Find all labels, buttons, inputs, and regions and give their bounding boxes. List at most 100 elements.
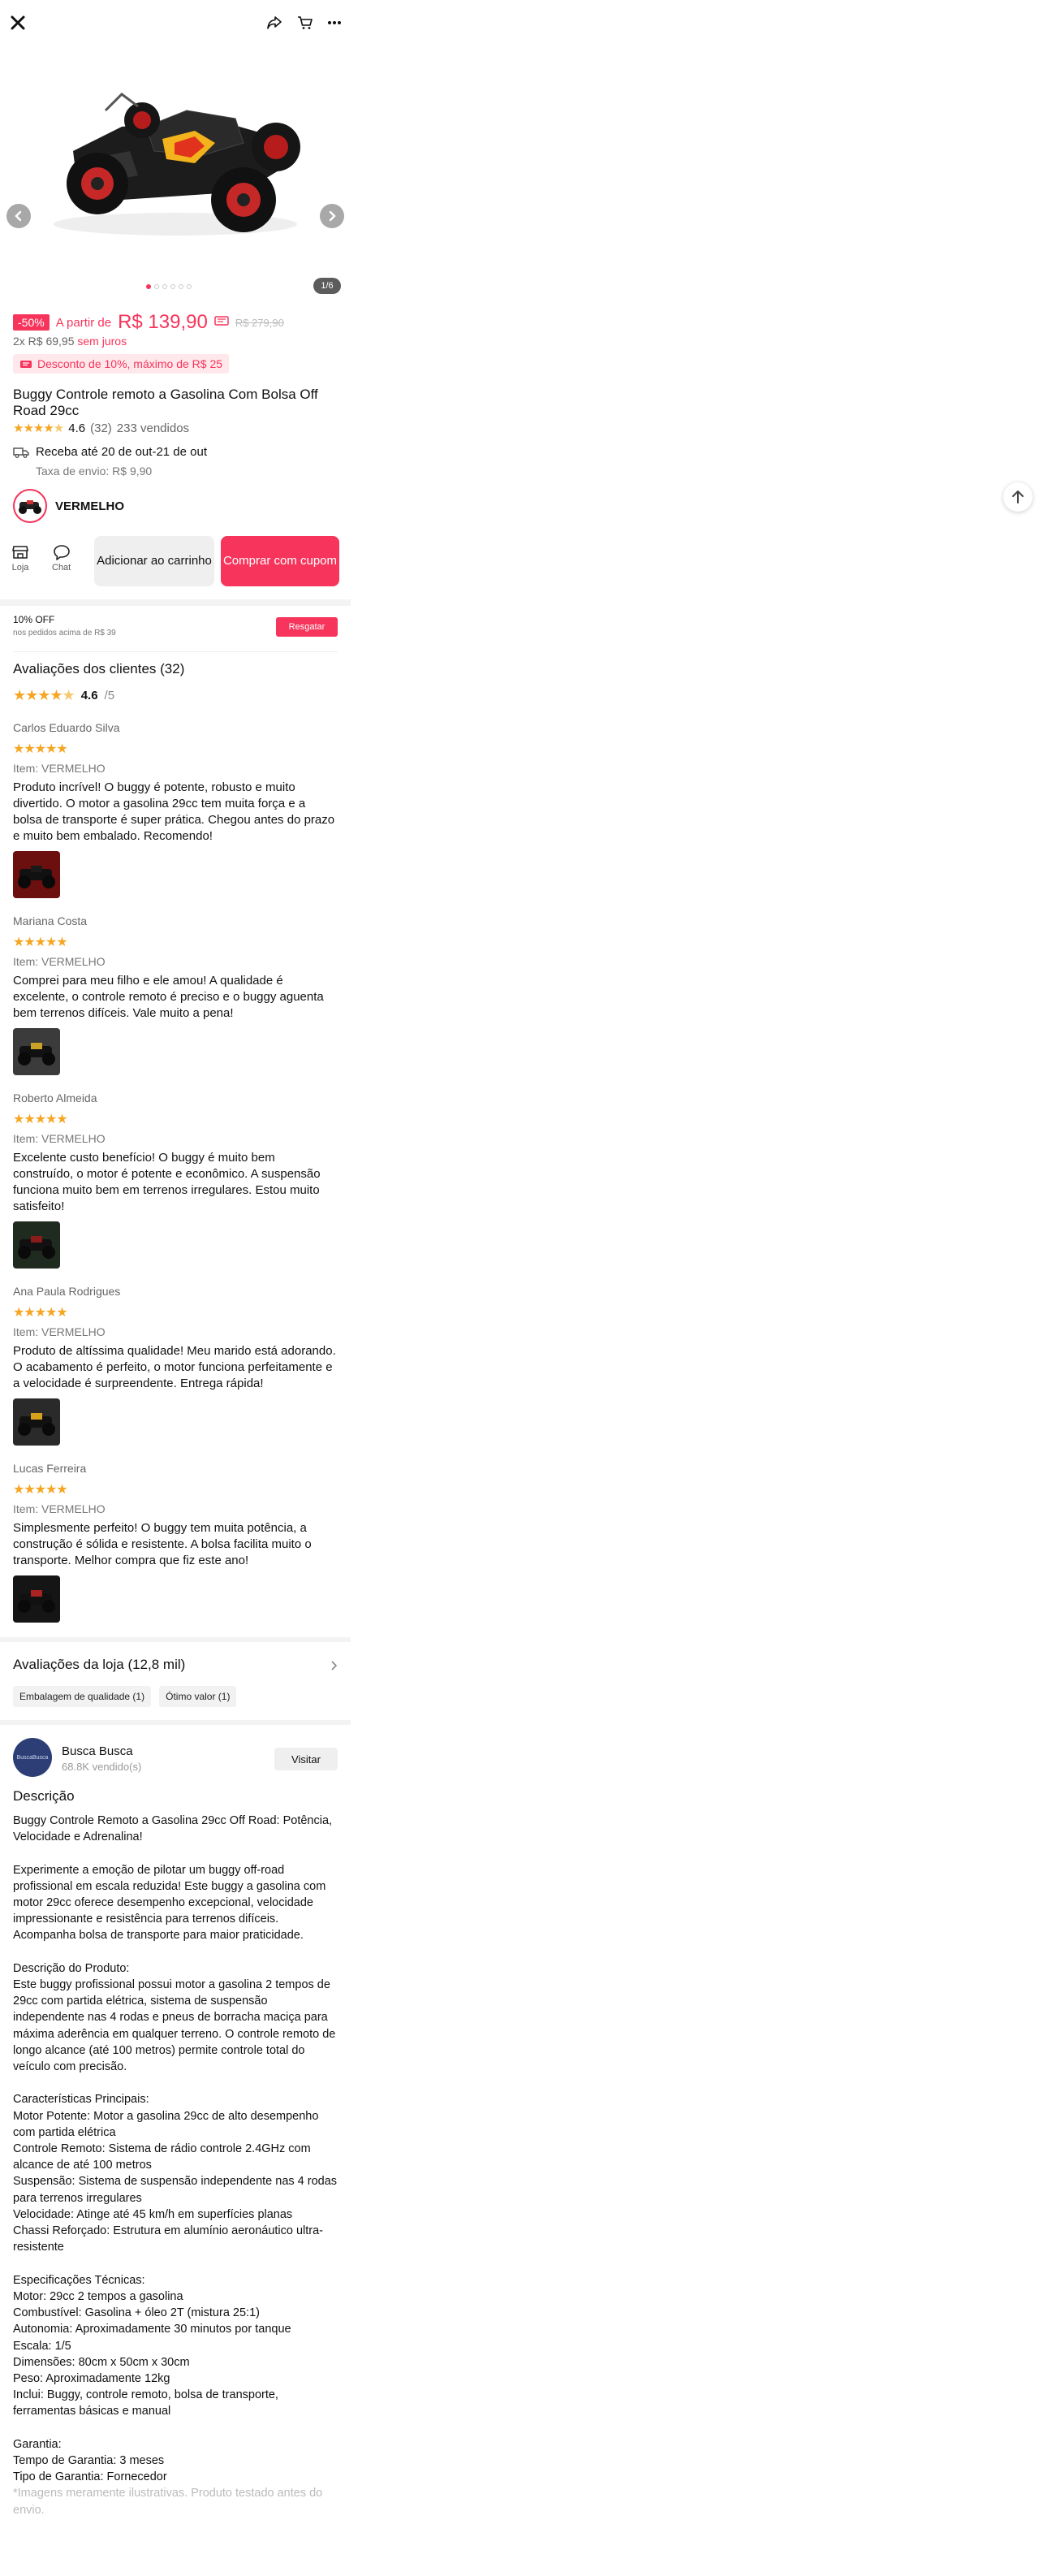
shop-sold: 68.8K vendido(s) [62, 1761, 142, 1773]
gallery-dot[interactable] [162, 284, 167, 289]
description-title: Descrição [13, 1788, 75, 1804]
review-card: Mariana Costa ★★★★★ Item: VERMELHO Comprei … [13, 914, 338, 1075]
review-photo[interactable] [13, 1398, 60, 1446]
reviewer-name: Mariana Costa [13, 914, 88, 927]
store-icon [12, 546, 28, 559]
more-icon[interactable] [323, 11, 346, 34]
coupon-strip[interactable]: Desconto de 10%, máximo de R$ 25 [13, 354, 230, 374]
section-divider [0, 1637, 351, 1642]
review-photo[interactable] [13, 1221, 60, 1269]
review-stars-icon: ★★★★★ [13, 1306, 68, 1320]
review-text: Produto de altíssima qualidade! Meu mari… [13, 1344, 336, 1390]
review-text: Excelente custo benefício! O buggy é mui… [13, 1151, 321, 1213]
shop-card: BuscaBusca Busca Busca 68.8K vendido(s) … [13, 1738, 338, 1779]
review-card: Lucas Ferreira ★★★★★ Item: VERMELHO Simples… [13, 1462, 338, 1623]
gallery-dot[interactable] [146, 284, 151, 289]
review-text: Simplesmente perfeito! O buggy tem muita… [13, 1521, 312, 1567]
price-from-label: A partir de [55, 315, 112, 330]
review-item: Item: VERMELHO [13, 1132, 106, 1145]
arrow-up-icon [1012, 491, 1024, 504]
gallery-dot[interactable] [187, 284, 192, 289]
coupon-text: Desconto de 10%, máximo de R$ 25 [37, 357, 223, 370]
description-body: Buggy Controle Remoto a Gasolina 29cc Of… [13, 1813, 341, 2518]
reviewer-name: Ana Paula Rodrigues [13, 1285, 121, 1298]
product-title: Buggy Controle remoto a Gasolina Com Bol… [13, 387, 318, 418]
gallery-counter: 1/6 [313, 278, 341, 294]
store-review-tag[interactable]: Embalagem de qualidade (1) [13, 1686, 152, 1707]
review-text: Comprei para meu filho e ele amou! A qua… [13, 974, 324, 1020]
description-note: *Imagens meramente ilustrativas. Produto… [13, 2487, 326, 2517]
review-item: Item: VERMELHO [13, 1325, 106, 1338]
shipping-fee: Taxa de envio: R$ 9,90 [36, 465, 153, 478]
rating-count: (32) [90, 421, 112, 435]
variant-thumbnail[interactable] [13, 489, 47, 523]
shop-logo[interactable]: BuscaBusca [13, 1738, 52, 1777]
store-review-tag[interactable]: Ótimo valor (1) [159, 1686, 237, 1707]
variant-selector[interactable]: VERMELHO [13, 489, 124, 523]
current-price: R$ 139,90 [118, 311, 208, 333]
average-value: 4.6 [80, 689, 98, 702]
buy-with-coupon-button[interactable]: Comprar com cupom [221, 536, 339, 586]
description-text: Buggy Controle Remoto a Gasolina 29cc Of… [13, 1814, 338, 2484]
review-stars-icon: ★★★★★ [13, 1483, 68, 1497]
average-stars-icon: ★★★★★ [13, 687, 75, 703]
gallery-dot[interactable] [179, 284, 183, 289]
gallery-next-button[interactable] [320, 204, 344, 228]
redeem-button[interactable]: Resgatar [276, 617, 338, 637]
rating-stars-icon: ★★★★★ [13, 421, 64, 435]
gallery-dot[interactable] [170, 284, 175, 289]
delivery-estimate: Receba até 20 de out-21 de out [36, 445, 207, 459]
review-photo[interactable] [13, 1028, 60, 1075]
installments-amount: 2x R$ 69,95 [13, 335, 75, 348]
review-photo[interactable] [13, 1575, 60, 1623]
sold-count: 233 vendidos [116, 421, 190, 435]
store-label: Loja [11, 563, 29, 573]
gallery-prev-button[interactable] [6, 204, 31, 228]
review-card: Carlos Eduardo Silva ★★★★★ Item: VERMELHO P… [13, 721, 338, 898]
reviewer-name: Carlos Eduardo Silva [13, 721, 120, 734]
average-rating: ★★★★★ 4.6 /5 [13, 687, 114, 704]
reviewer-name: Roberto Almeida [13, 1091, 97, 1104]
back-to-top-button[interactable] [1003, 482, 1033, 512]
discount-badge: -50% [13, 314, 50, 331]
visit-shop-button[interactable]: Visitar [274, 1748, 338, 1770]
store-reviews-title: Avaliações da loja (12,8 mil) [13, 1657, 186, 1672]
rating-row[interactable]: ★★★★★ 4.6 (32) 233 vendidos [13, 421, 190, 436]
product-image [54, 93, 300, 236]
shop-name[interactable]: Busca Busca [62, 1744, 133, 1758]
chat-button[interactable]: Chat [52, 544, 71, 573]
old-price: R$ 279,90 [235, 316, 284, 329]
cart-icon[interactable] [294, 11, 317, 34]
section-divider [0, 599, 351, 606]
divider [13, 651, 338, 652]
review-photo[interactable] [13, 851, 60, 898]
ticket-icon [20, 360, 32, 368]
store-button[interactable]: Loja [11, 544, 29, 573]
installments: 2x R$ 69,95 sem juros [13, 335, 127, 348]
gallery-dots[interactable] [146, 284, 192, 289]
truck-icon [13, 447, 29, 458]
rating-value: 4.6 [68, 421, 86, 435]
review-item: Item: VERMELHO [13, 955, 106, 968]
review-stars-icon: ★★★★★ [13, 742, 68, 756]
review-card: Ana Paula Rodrigues ★★★★★ Item: VERMELHO Pr… [13, 1285, 338, 1446]
variant-label: VERMELHO [55, 499, 125, 513]
top-bar [0, 0, 351, 45]
store-reviews-row[interactable]: Avaliações da loja (12,8 mil) [13, 1657, 338, 1673]
add-to-cart-button[interactable]: Adicionar ao carrinho [94, 536, 214, 586]
chat-label: Chat [52, 563, 71, 573]
delivery-row: Receba até 20 de out-21 de out [13, 445, 207, 459]
review-item: Item: VERMELHO [13, 1502, 106, 1515]
reviews-title: Avaliações dos clientes (32) [13, 661, 185, 676]
installments-no-interest: sem juros [77, 335, 127, 348]
gallery-dot[interactable] [154, 284, 159, 289]
section-divider [0, 1720, 351, 1725]
product-gallery[interactable] [0, 45, 351, 297]
review-card: Roberto Almeida ★★★★★ Item: VERMELHO Excele… [13, 1091, 338, 1269]
coupon-icon [214, 315, 229, 330]
close-icon[interactable] [6, 11, 29, 34]
review-stars-icon: ★★★★★ [13, 1113, 68, 1126]
chat-icon [53, 545, 70, 560]
average-out-of: /5 [104, 689, 115, 702]
share-icon[interactable] [263, 11, 286, 34]
